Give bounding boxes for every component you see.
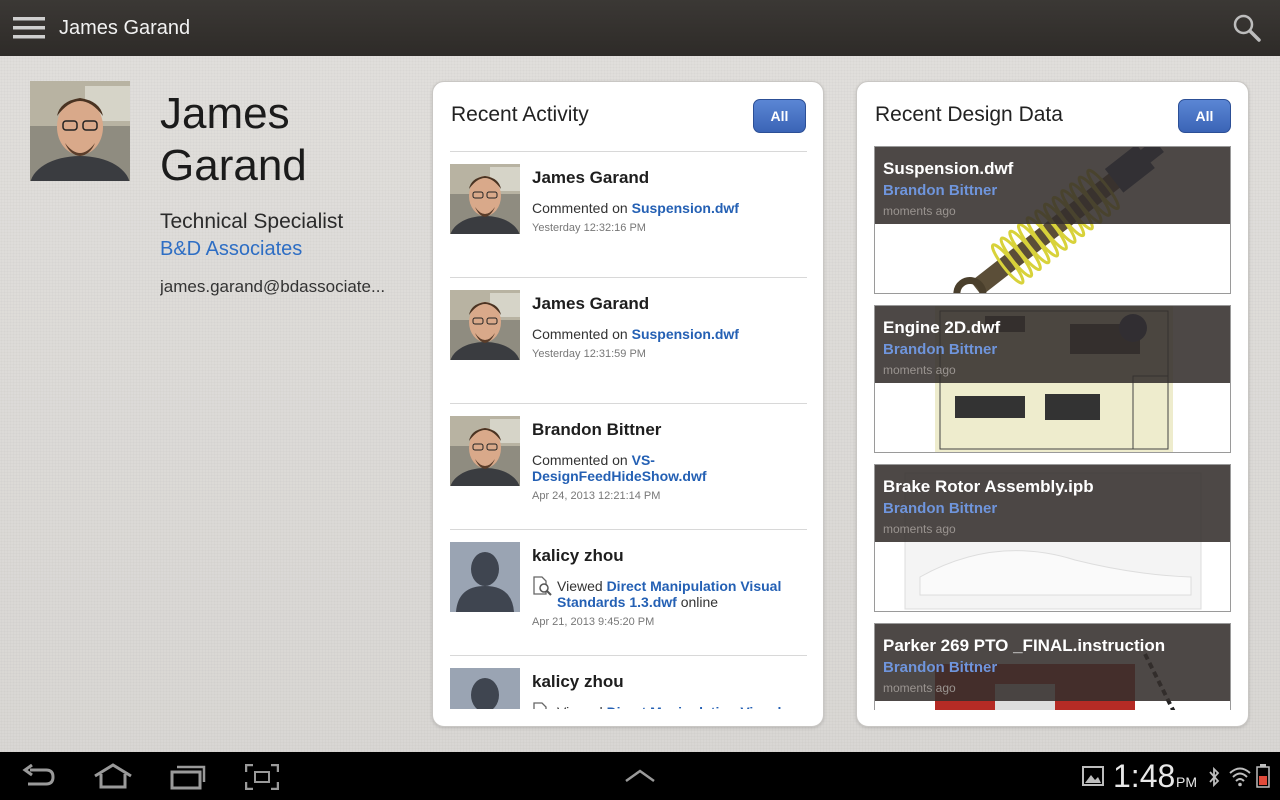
design-caption: Suspension.dwf Brandon Bittner moments ago [875,147,1230,224]
profile-company-link[interactable]: B&D Associates [160,238,410,261]
battery-icon [1256,764,1270,788]
activity-verb: Commented on [532,200,628,216]
activity-user-name: kalicy zhou [532,672,624,691]
activity-timestamp: Apr 21, 2013 9:45:20 PM [532,616,655,628]
user-avatar[interactable] [450,290,520,360]
back-icon[interactable] [22,764,56,790]
user-avatar[interactable] [450,416,520,486]
recent-activity-panel: Recent Activity All James Garand Commente… [432,81,824,727]
activity-all-button[interactable]: All [753,99,806,133]
activity-timestamp: Yesterday 12:32:16 PM [532,222,646,234]
activity-verb: Commented on [532,326,628,342]
activity-file-link[interactable]: Suspension.dwf [632,200,739,216]
design-title: Brake Rotor Assembly.ipb [883,477,1094,496]
recent-design-title: Recent Design Data [875,103,1063,126]
design-card[interactable]: Engine 2D.dwf Brandon Bittner moments ago [874,305,1231,453]
profile-first-name: James [160,89,290,138]
activity-verb: Commented on [532,452,628,468]
up-chevron-icon[interactable] [624,768,656,784]
activity-item[interactable]: Brandon Bittner Commented on VS-DesignFee… [450,403,807,529]
profile-email[interactable]: james.garand@bdassociate... [160,277,400,297]
profile-name: James Garand [160,88,410,192]
clock-ampm: PM [1176,774,1197,790]
wifi-icon [1229,767,1251,787]
app-title: James Garand [59,16,191,39]
system-bar: 1:48 PM [0,752,1280,800]
default-avatar[interactable] [450,668,520,709]
design-timestamp: moments ago [883,681,956,695]
profile-role: Technical Specialist [160,210,344,233]
gallery-icon[interactable] [1082,766,1104,786]
view-icon [532,702,552,709]
activity-verb: Viewed [557,704,603,709]
activity-user-name: James Garand [532,168,650,187]
design-title: Suspension.dwf [883,159,1014,178]
design-card[interactable]: Suspension.dwf Brandon Bittner moments ago [874,146,1231,294]
design-author-link[interactable]: Brandon Bittner [883,500,997,517]
design-author-link[interactable]: Brandon Bittner [883,659,997,676]
design-all-button[interactable]: All [1178,99,1231,133]
design-author-link[interactable]: Brandon Bittner [883,182,997,199]
activity-description: Commented on VS-DesignFeedHideShow.dwf [532,452,802,484]
design-title: Parker 269 PTO _FINAL.instruction [883,636,1166,655]
activity-description: Viewed Direct Manipulation Visual [557,704,797,709]
design-title: Engine 2D.dwf [883,318,1001,337]
screenshot-icon[interactable] [245,764,279,790]
activity-timestamp: Apr 24, 2013 12:21:14 PM [532,490,661,502]
profile-last-name: Garand [160,141,307,190]
design-timestamp: moments ago [883,363,956,377]
design-author-link[interactable]: Brandon Bittner [883,341,997,358]
home-icon[interactable] [92,763,134,789]
profile-info: James Garand Technical Specialist B&D As… [160,88,410,297]
design-timestamp: moments ago [883,204,956,218]
default-avatar[interactable] [450,542,520,612]
design-caption: Brake Rotor Assembly.ipb Brandon Bittner m… [875,465,1230,542]
activity-user-name: kalicy zhou [532,546,624,565]
user-avatar[interactable] [450,164,520,234]
bluetooth-icon [1209,766,1220,788]
activity-description: Commented on Suspension.dwf [532,326,802,342]
design-card[interactable]: Parker 269 PTO _FINAL.instruction Brandon… [874,623,1231,710]
activity-user-name: Brandon Bittner [532,420,662,439]
activity-user-name: James Garand [532,294,650,313]
activity-file-link[interactable]: Direct Manipulation Visual [607,704,782,709]
activity-description: Commented on Suspension.dwf [532,200,802,216]
menu-icon [13,17,45,39]
activity-item[interactable]: James Garand Commented on Suspension.dwf Y… [450,151,807,277]
activity-verb: Viewed [557,578,603,594]
activity-item[interactable]: James Garand Commented on Suspension.dwf Y… [450,277,807,403]
design-list: Suspension.dwf Brandon Bittner moments ago… [874,146,1232,710]
design-timestamp: moments ago [883,522,956,536]
design-card[interactable]: Brake Rotor Assembly.ipb Brandon Bittner m… [874,464,1231,612]
profile-avatar [30,81,130,181]
view-icon [532,576,552,596]
clock-time: 1:48 [1113,758,1176,794]
design-caption: Engine 2D.dwf Brandon Bittner moments ago [875,306,1230,383]
recent-activity-title: Recent Activity [451,103,589,126]
search-icon[interactable] [1232,13,1262,43]
activity-timestamp: Yesterday 12:31:59 PM [532,348,646,360]
activity-list: James Garand Commented on Suspension.dwf Y… [450,151,807,709]
design-caption: Parker 269 PTO _FINAL.instruction Brandon… [875,624,1230,701]
recent-design-panel: Recent Design Data All Suspension.dwf Bra… [856,81,1249,727]
action-bar: James Garand [0,0,1280,56]
recent-apps-icon[interactable] [170,764,206,790]
activity-item[interactable]: kalicy zhou Viewed Direct Manipulation Vi… [450,529,807,655]
menu-button[interactable] [0,0,58,56]
activity-item[interactable]: kalicy zhou Viewed Direct Manipulation Vi… [450,655,807,709]
activity-description: Viewed Direct Manipulation Visual Standa… [557,578,797,610]
activity-file-link[interactable]: Suspension.dwf [632,326,739,342]
activity-suffix: online [680,594,719,610]
